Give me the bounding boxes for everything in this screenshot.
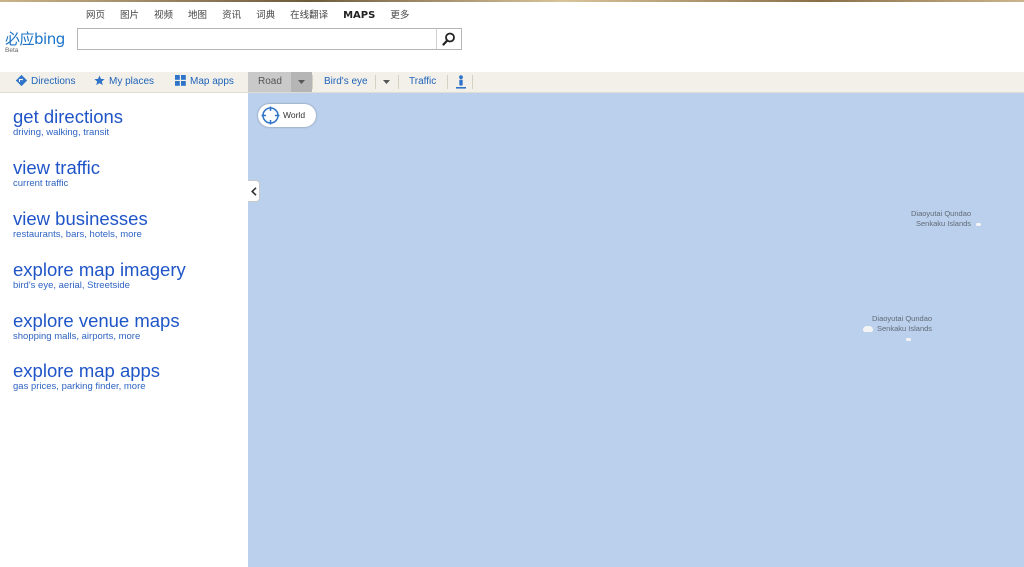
nav-item-images[interactable]: 图片 [120,9,139,23]
collapse-panel-button[interactable] [248,180,260,202]
view-traffic-link[interactable]: view traffic current traffic [13,158,100,190]
directions-icon [15,74,28,87]
island-shape [976,223,981,226]
toolbar-divider [312,75,313,89]
search-box [77,28,462,50]
top-navigation: 网页 图片 视频 地图 资讯 词典 在线翻译 MAPS 更多 [86,9,424,23]
toolbar-divider [398,75,399,89]
view-traffic-title: view traffic [13,157,101,178]
chevron-left-icon [251,187,257,196]
map-label-line: Diaoyutai Qundao [911,209,972,218]
logo-text: 必应bing [5,30,65,48]
world-view-button[interactable]: World [258,104,316,127]
view-businesses-link[interactable]: view businesses restaurants, bars, hotel… [13,209,148,241]
view-traffic-subtitle: current traffic [13,178,69,189]
road-view-button[interactable]: Road [248,72,291,92]
get-directions-title: get directions [13,106,124,127]
left-toolbar: Directions My places Map apps [0,72,248,93]
search-input[interactable] [78,29,436,49]
map-apps-button[interactable]: Map apps [175,72,234,92]
get-directions-subtitle: driving, walking, transit [13,127,110,138]
top-decorative-strip [0,0,1024,2]
map-canvas[interactable]: World Diaoyutai Qundao Senkaku Islands D… [248,93,1024,567]
island-shape [906,338,911,341]
explore-map-apps-subtitle: gas prices, parking finder, more [13,381,146,392]
nav-item-maps-cn[interactable]: 地图 [188,9,207,23]
explore-map-apps-title: explore map apps [13,360,161,381]
explore-venue-maps-title: explore venue maps [13,310,180,331]
explore-map-imagery-subtitle: bird's eye, aerial, Streetside [13,280,130,291]
get-directions-link[interactable]: get directions driving, walking, transit [13,107,123,139]
map-apps-label: Map apps [190,76,234,87]
birds-eye-button[interactable]: Bird's eye [324,72,368,92]
toolbar-divider [447,75,448,89]
world-label: World [283,110,306,120]
streetside-person-icon[interactable] [455,75,467,89]
nav-item-videos[interactable]: 视频 [154,9,173,23]
logo-beta-label: Beta [5,47,19,54]
nav-item-news[interactable]: 资讯 [222,9,241,23]
explore-map-imagery-link[interactable]: explore map imagery bird's eye, aerial, … [13,260,186,292]
my-places-label: My places [109,76,155,87]
island-shape [863,326,873,332]
directions-label: Directions [31,76,76,87]
directions-button[interactable]: Directions [15,72,76,92]
traffic-button[interactable]: Traffic [409,72,436,92]
view-businesses-title: view businesses [13,208,148,229]
nav-item-dictionary[interactable]: 词典 [256,9,275,23]
map-label-line: Diaoyutai Qundao [872,314,933,323]
bing-logo[interactable]: 必应bing Beta [5,31,71,55]
explore-venue-maps-subtitle: shopping malls, airports, more [13,331,141,342]
nav-item-web[interactable]: 网页 [86,9,105,23]
map-label-islands: Diaoyutai Qundao Senkaku Islands [911,209,971,229]
road-dropdown[interactable] [291,72,312,92]
my-places-button[interactable]: My places [94,72,154,92]
map-apps-grid-icon [175,75,186,86]
map-label-islands: Diaoyutai Qundao Senkaku Islands [872,314,932,334]
nav-item-more[interactable]: 更多 [390,9,409,23]
map-label-line: Senkaku Islands [916,219,972,228]
birds-eye-dropdown[interactable] [376,72,397,92]
explore-map-apps-link[interactable]: explore map apps gas prices, parking fin… [13,361,160,393]
chevron-down-icon [298,80,305,84]
search-button[interactable] [436,29,461,49]
chevron-down-icon [383,80,390,84]
map-toolbar: Road Bird's eye Traffic [248,72,1024,93]
left-panel: get directions driving, walking, transit… [0,93,248,567]
nav-item-maps[interactable]: MAPS [343,9,375,23]
view-businesses-subtitle: restaurants, bars, hotels, more [13,229,142,240]
star-icon [94,75,105,86]
locate-crosshair-icon [261,106,280,125]
map-label-line: Senkaku Islands [877,324,933,333]
explore-venue-maps-link[interactable]: explore venue maps shopping malls, airpo… [13,311,180,343]
toolbar-divider [472,75,473,89]
nav-item-translate[interactable]: 在线翻译 [290,9,328,23]
explore-map-imagery-title: explore map imagery [13,259,186,280]
search-icon [442,32,455,46]
